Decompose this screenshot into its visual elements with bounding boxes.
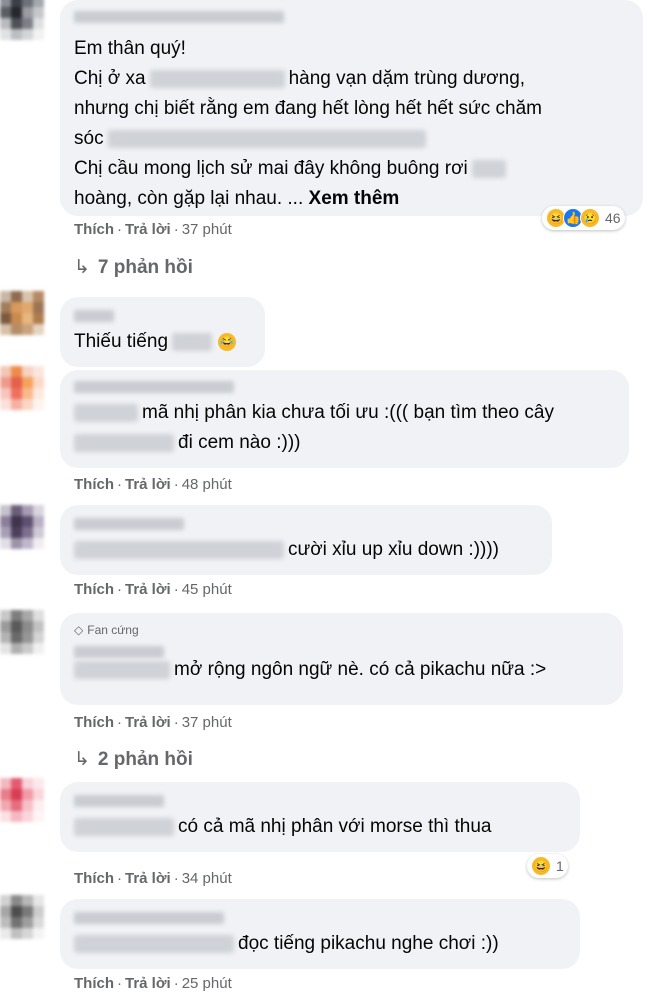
comment-actions: Thích · Trả lời · 25 phút [74, 975, 232, 992]
author-name[interactable] [74, 792, 164, 810]
reply-button[interactable]: Trả lời [125, 221, 171, 238]
avatar[interactable] [0, 610, 44, 654]
comment-actions: Thích · Trả lời · 37 phút [74, 221, 232, 238]
author-name[interactable] [74, 8, 284, 26]
comment-bubble: có cả mã nhị phân với morse thì thua [60, 782, 580, 852]
avatar[interactable] [0, 895, 44, 939]
comment-time[interactable]: 48 phút [182, 476, 232, 493]
reaction-summary[interactable]: 😆 1 [527, 854, 568, 878]
comment-text: Em thân quý! Chị ở xa hàng vạn dặm trùng … [74, 38, 543, 209]
avatar[interactable] [0, 505, 44, 549]
reaction-summary[interactable]: 😆 👍 😢 46 [542, 206, 625, 230]
haha-emoji-icon: 😂 [218, 332, 237, 351]
comment-bubble: Em thân quý! Chị ở xa hàng vạn dặm trùng … [60, 0, 643, 216]
avatar[interactable] [0, 291, 44, 335]
haha-reaction-icon: 😆 [531, 856, 551, 876]
view-replies-button[interactable]: ↳ 2 phản hồi [74, 748, 193, 771]
comment-actions: Thích · Trả lời · 34 phút [74, 870, 232, 887]
like-button[interactable]: Thích [74, 221, 114, 238]
reply-button[interactable]: Trả lời [125, 476, 171, 493]
comment-bubble: mã nhị phân kia chưa tối ưu :((( bạn tìm… [60, 370, 629, 468]
avatar[interactable] [0, 778, 44, 822]
author-name[interactable] [74, 515, 184, 533]
sad-reaction-icon: 😢 [580, 208, 600, 228]
like-button[interactable]: Thích [74, 476, 114, 493]
comment-time[interactable]: 45 phút [182, 581, 232, 598]
avatar[interactable] [0, 0, 44, 40]
reply-button[interactable]: Trả lời [125, 714, 171, 731]
comment-time[interactable]: 34 phút [182, 870, 232, 887]
like-button[interactable]: Thích [74, 975, 114, 992]
author-name[interactable] [74, 307, 114, 325]
author-name[interactable] [74, 378, 234, 396]
reply-button[interactable]: Trả lời [125, 870, 171, 887]
reply-arrow-icon: ↳ [74, 257, 90, 278]
reaction-count: 46 [605, 210, 621, 226]
author-name[interactable] [74, 909, 224, 927]
like-button[interactable]: Thích [74, 581, 114, 598]
comment-actions: Thích · Trả lời · 45 phút [74, 581, 232, 598]
comment-text: cười xỉu up xỉu down :)))) [74, 535, 538, 565]
avatar[interactable] [0, 366, 44, 410]
diamond-icon: ◇ [74, 623, 84, 637]
reply-button[interactable]: Trả lời [125, 975, 171, 992]
reaction-count: 1 [556, 858, 564, 874]
comment-actions: Thích · Trả lời · 37 phút [74, 714, 232, 731]
comment-bubble: đọc tiếng pikachu nghe chơi :)) [60, 899, 580, 969]
comment-actions: Thích · Trả lời · 48 phút [74, 476, 232, 493]
comment-bubble: Thiếu tiếng 😂 [60, 297, 265, 367]
like-button[interactable]: Thích [74, 714, 114, 731]
fan-badge: ◇ Fan cứng [74, 623, 139, 637]
see-more-link[interactable]: Xem thêm [309, 188, 400, 209]
reply-button[interactable]: Trả lời [125, 581, 171, 598]
author-name[interactable] [74, 643, 164, 661]
comment-time[interactable]: 37 phút [182, 714, 232, 731]
comment-bubble: ◇ Fan cứng mở rộng ngôn ngữ nè. có cả pik… [60, 613, 623, 705]
comment-bubble: cười xỉu up xỉu down :)))) [60, 505, 552, 575]
comment-text: đọc tiếng pikachu nghe chơi :)) [74, 929, 566, 959]
reply-arrow-icon: ↳ [74, 749, 90, 770]
comment-time[interactable]: 25 phút [182, 975, 232, 992]
view-replies-button[interactable]: ↳ 7 phản hồi [74, 256, 193, 279]
comment-text: Thiếu tiếng 😂 [74, 327, 251, 357]
comment-time[interactable]: 37 phút [182, 221, 232, 238]
comment-text: mã nhị phân kia chưa tối ưu :((( bạn tìm… [74, 398, 615, 458]
comment-text: có cả mã nhị phân với morse thì thua [74, 812, 566, 842]
like-button[interactable]: Thích [74, 870, 114, 887]
